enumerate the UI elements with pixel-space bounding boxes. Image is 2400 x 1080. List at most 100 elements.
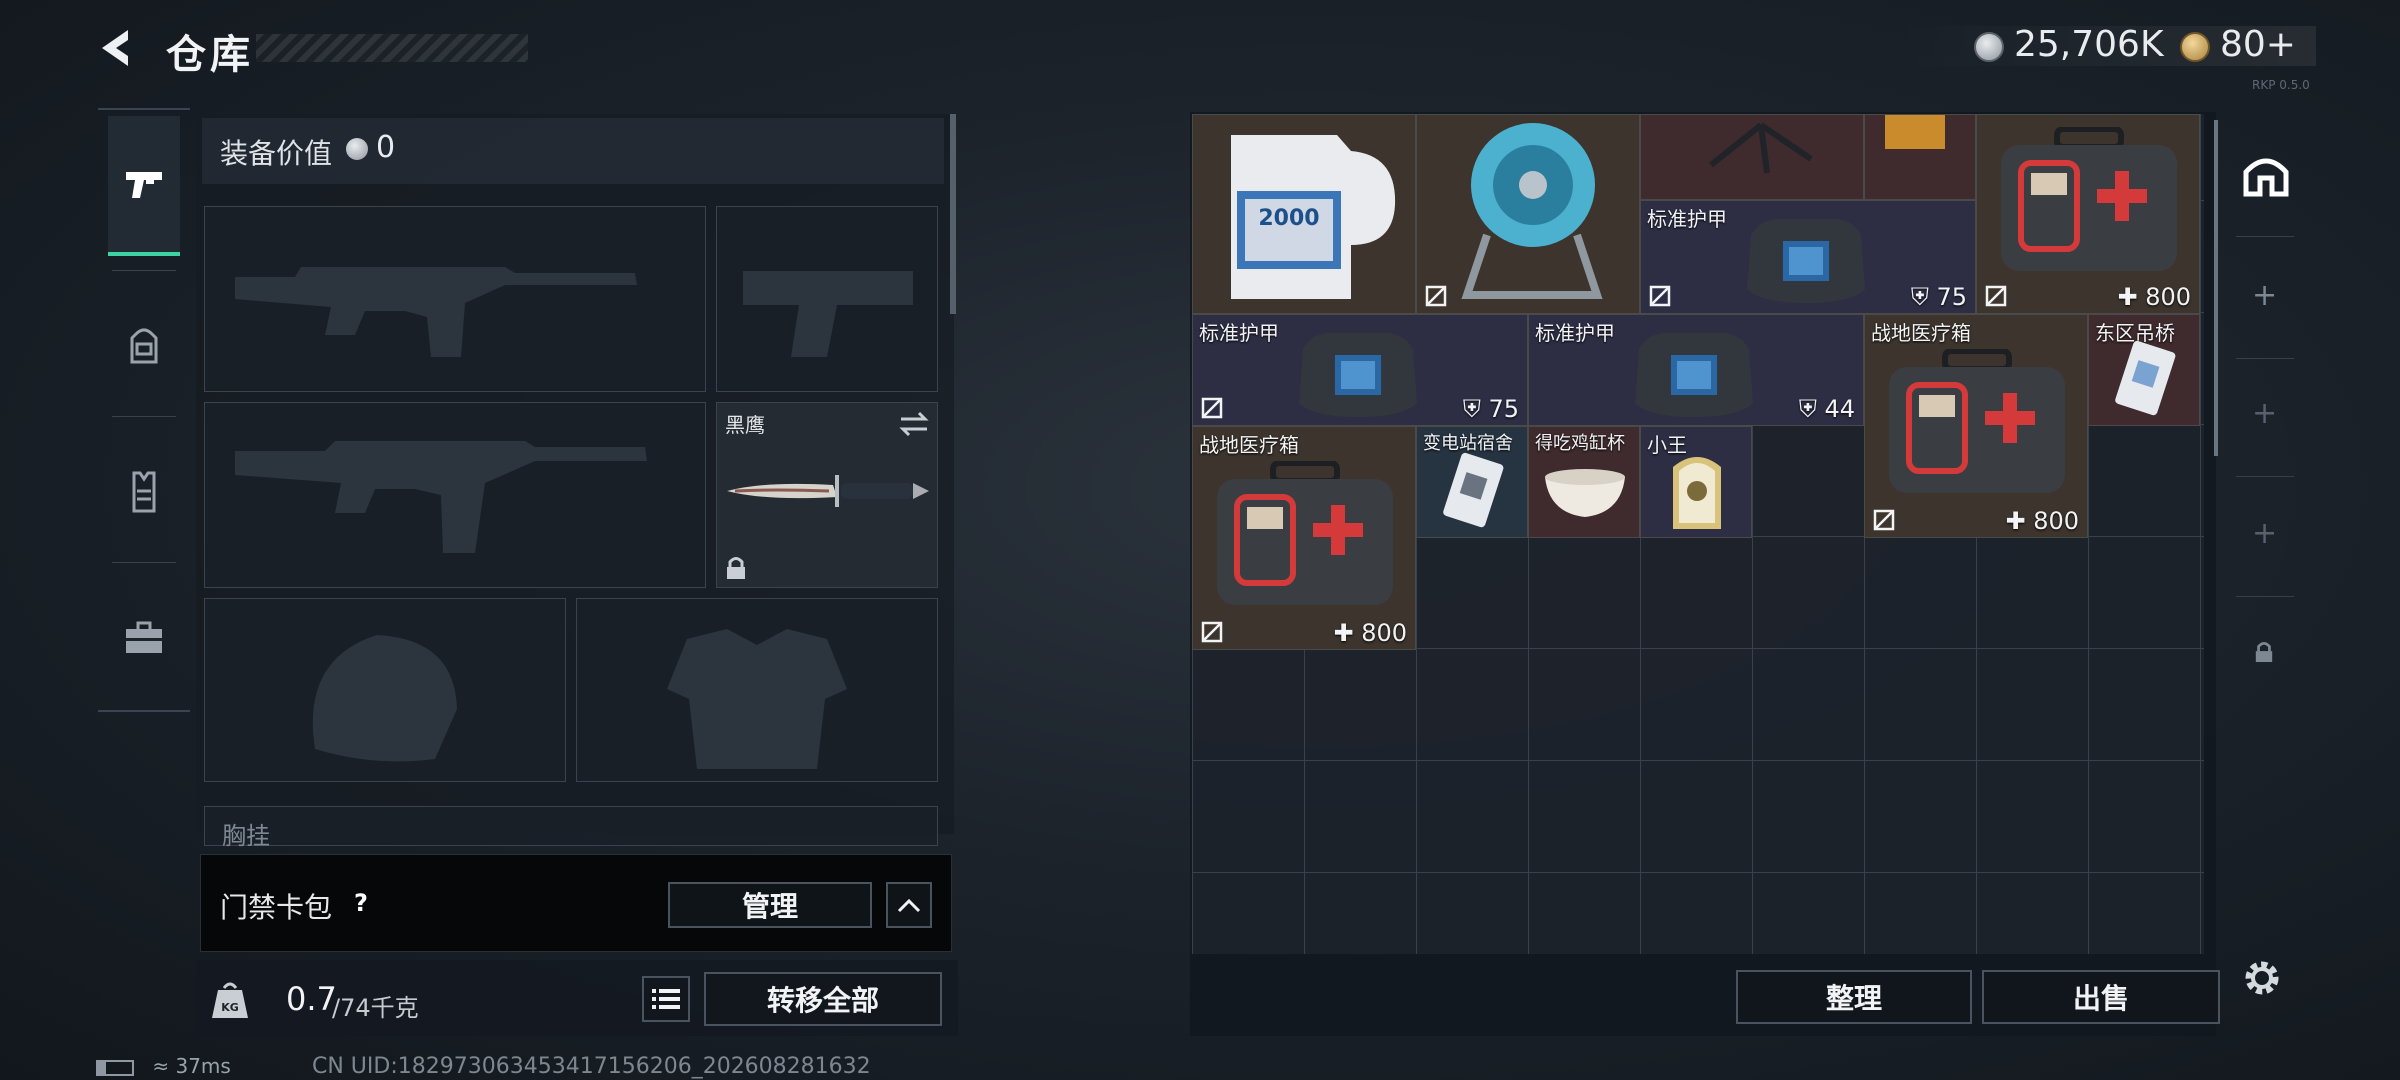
silver-coin-icon [1974, 32, 2004, 62]
shield-icon: ⛨ [1910, 283, 1929, 311]
item-dorm-card[interactable]: 变电站宿舍 [1416, 426, 1528, 538]
primary-weapon-slot-1[interactable] [204, 206, 706, 392]
armor-vest-icon [1747, 218, 1865, 303]
stash-scrollbar[interactable] [2214, 120, 2218, 456]
plus-icon: ✚ [1333, 619, 1354, 647]
keycard-label: 门禁卡包 [220, 891, 333, 924]
item-name: 标准护甲 [1647, 207, 1727, 231]
item-cable-reel[interactable] [1416, 114, 1640, 314]
back-icon[interactable] [96, 26, 140, 70]
transfer-all-button[interactable]: 转移全部 [704, 972, 942, 1026]
plus-icon[interactable]: + [2252, 278, 2277, 313]
item-medkit-2[interactable]: 战地医疗箱 ✚ 800 [1864, 314, 2088, 538]
item-medkit-3[interactable]: 战地医疗箱 ✚ 800 [1192, 426, 1416, 650]
tab-case[interactable] [108, 568, 180, 708]
cable-reel-icon [1461, 123, 1603, 299]
package-icon [1885, 115, 1945, 149]
item-armor-3[interactable]: 标准护甲 ⛨ 44 [1528, 314, 1864, 426]
collapse-button[interactable] [886, 882, 932, 928]
plus-icon[interactable]: + [2252, 396, 2277, 431]
item-bridge-card[interactable]: 东区吊桥 [2088, 314, 2200, 426]
equipment-value-label: 装备价值 [220, 137, 333, 170]
primary-weapon-slot-2[interactable] [204, 402, 706, 588]
wifi-icon: ≈ [152, 1054, 170, 1078]
plus-icon: ✚ [2117, 283, 2138, 311]
item-name: 战地医疗箱 [1871, 321, 1971, 345]
item-xiaowang[interactable]: 小王 [1640, 426, 1752, 538]
medkit-icon [1889, 349, 2065, 493]
briefcase-icon [126, 621, 162, 653]
item-bowl[interactable]: 得吃鸡缸杯 [1528, 426, 1640, 538]
equipment-scrollbar[interactable] [950, 114, 956, 314]
tab-weapons[interactable] [108, 116, 180, 256]
chest-rig-label: 胸挂 [222, 822, 270, 850]
list-icon [652, 989, 680, 1009]
rifle-silhouette-icon [235, 267, 637, 357]
jug-icon: 2000 [1231, 135, 1396, 299]
keycard-icon [2115, 340, 2176, 416]
gold-currency-value[interactable]: 80+ [2220, 24, 2296, 65]
sort-button[interactable]: 整理 [1736, 970, 1972, 1024]
chest-rig-slot[interactable] [204, 806, 938, 846]
backpack-icon [130, 328, 158, 364]
armor-silhouette-icon [667, 629, 847, 769]
armor-durability: ⛨ 75 [1910, 283, 1967, 311]
silver-currency-value[interactable]: 25,706K [2014, 24, 2164, 65]
stash-home-icon[interactable] [2242, 150, 2290, 198]
plus-icon: ✚ [2005, 507, 2026, 535]
weight-icon: KG [212, 982, 248, 1018]
armor-vest-icon [1635, 332, 1753, 417]
rifle-silhouette-icon [235, 441, 647, 553]
medkit-charges: ✚ 800 [1333, 619, 1407, 647]
uid-text: CN UID:1829730634534171562​06_2026082816… [312, 1054, 871, 1079]
battery-icon [96, 1059, 134, 1076]
sell-button[interactable]: 出售 [1982, 970, 2220, 1024]
no-trade-icon [1201, 397, 1223, 419]
equipment-value: 0 [376, 130, 396, 165]
medkit-icon [2001, 127, 2177, 271]
bowl-icon [1545, 469, 1625, 517]
version-text: RKP 0.5.0 [2252, 78, 2310, 92]
no-trade-icon [1649, 285, 1671, 307]
gold-coin-icon [2180, 32, 2210, 62]
silver-coin-icon [346, 138, 368, 160]
status-bar: ≈ 37ms [96, 1054, 231, 1078]
right-nav: + + + [2226, 112, 2304, 716]
stash-grid: 2000 标准护甲 ⛨ 75 ✚ 800 标准护甲 ⛨ 75 标准护甲 ⛨ 44… [1192, 114, 2204, 954]
helmet-slot[interactable] [204, 598, 566, 782]
swap-icon[interactable] [899, 411, 929, 437]
item-medkit-1[interactable]: ✚ 800 [1976, 114, 2200, 314]
tab-backpack[interactable] [108, 276, 180, 416]
item-jug[interactable]: 2000 [1192, 114, 1416, 314]
list-view-button[interactable] [642, 976, 690, 1022]
help-icon[interactable]: ? [346, 888, 376, 918]
tripod-icon [1709, 122, 1813, 174]
weight-max: /74千克 [332, 994, 419, 1022]
melee-slot-name: 黑鹰 [725, 413, 765, 437]
card-icon [1673, 457, 1721, 529]
jug-label: 2000 [1258, 206, 1319, 231]
item-armor-2[interactable]: 标准护甲 ⛨ 75 [1192, 314, 1528, 426]
chevron-up-icon [897, 898, 921, 913]
weight-value: 0.7 [286, 980, 337, 1018]
no-trade-icon [1985, 285, 2007, 307]
armor-slot[interactable] [576, 598, 938, 782]
armor-vest-icon [1299, 332, 1417, 417]
item-misc[interactable] [1864, 114, 1976, 200]
lock-icon[interactable] [2254, 640, 2274, 664]
lock-icon [727, 557, 745, 579]
manage-button[interactable]: 管理 [668, 882, 872, 928]
item-name: 标准护甲 [1199, 321, 1279, 345]
helmet-silhouette-icon [312, 635, 457, 762]
plus-icon[interactable]: + [2252, 516, 2277, 551]
item-tripod[interactable] [1640, 114, 1864, 200]
tab-vest[interactable] [108, 422, 180, 562]
left-nav [98, 108, 190, 712]
melee-slot[interactable]: 黑鹰 [716, 402, 938, 588]
sidearm-slot[interactable] [716, 206, 938, 392]
item-armor-1[interactable]: 标准护甲 ⛨ 75 [1640, 200, 1976, 314]
gear-icon[interactable] [2240, 956, 2284, 1000]
weight-icon-label: KG [221, 1001, 239, 1014]
combat-knife-icon [727, 475, 929, 507]
shield-icon: ⛨ [1798, 395, 1817, 423]
